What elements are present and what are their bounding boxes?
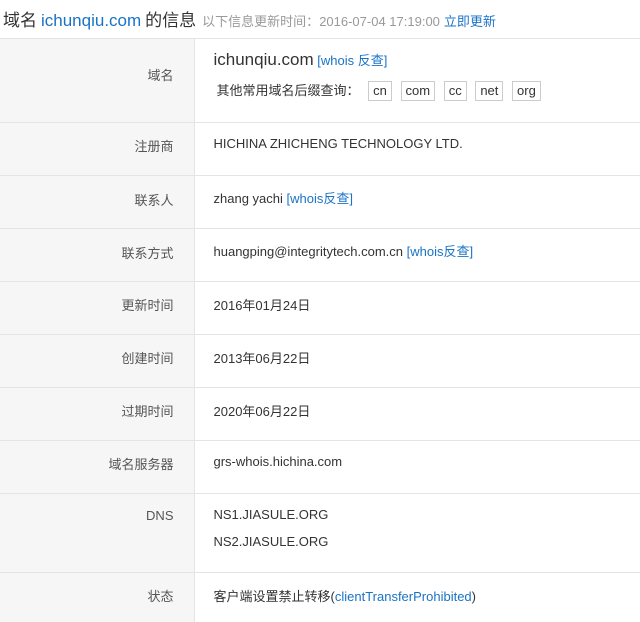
update-time: 2016-07-04 17:19:00 [319, 14, 440, 29]
contact-whois-link[interactable]: [whois反查] [287, 191, 353, 206]
label-updated: 更新时间 [0, 282, 194, 335]
whois-server-value: grs-whois.hichina.com [194, 441, 640, 494]
label-dns: DNS [0, 494, 194, 573]
label-expires: 过期时间 [0, 388, 194, 441]
contact-method-value: huangping@integritytech.com.cn [214, 244, 404, 259]
row-created: 创建时间 2013年06月22日 [0, 335, 640, 388]
row-domain: 域名 ichunqiu.com [whois 反查] 其他常用域名后缀查询： c… [0, 39, 640, 123]
row-whois-server: 域名服务器 grs-whois.hichina.com [0, 441, 640, 494]
status-value-end: ) [472, 589, 476, 604]
label-status: 状态 [0, 573, 194, 622]
status-value: 客户端设置禁止转移( [214, 589, 335, 604]
suffix-org[interactable]: org [512, 81, 541, 101]
header-domain[interactable]: ichunqiu.com [41, 11, 141, 31]
domain-whois-link[interactable]: [whois 反查] [317, 53, 387, 68]
update-label: 以下信息更新时间： [202, 11, 319, 30]
row-expires: 过期时间 2020年06月22日 [0, 388, 640, 441]
contact-method-whois-link[interactable]: [whois反查] [407, 244, 473, 259]
created-value: 2013年06月22日 [194, 335, 640, 388]
label-domain: 域名 [0, 39, 194, 123]
row-contact-method: 联系方式 huangping@integritytech.com.cn [who… [0, 229, 640, 282]
header-prefix: 域名 [3, 6, 37, 31]
row-updated: 更新时间 2016年01月24日 [0, 282, 640, 335]
label-created: 创建时间 [0, 335, 194, 388]
header-suffix: 的信息 [145, 6, 196, 31]
row-status: 状态 客户端设置禁止转移(clientTransferProhibited) [0, 573, 640, 622]
row-contact: 联系人 zhang yachi [whois反查] [0, 176, 640, 229]
domain-value: ichunqiu.com [214, 50, 314, 69]
dns-value-2: NS2.JIASULE.ORG [214, 534, 640, 549]
suffix-com[interactable]: com [401, 81, 436, 101]
registrar-value: HICHINA ZHICHENG TECHNOLOGY LTD. [194, 123, 640, 176]
label-registrar: 注册商 [0, 123, 194, 176]
label-contact-method: 联系方式 [0, 229, 194, 282]
suffix-label: 其他常用域名后缀查询： [217, 83, 360, 98]
label-contact: 联系人 [0, 176, 194, 229]
suffix-net[interactable]: net [475, 81, 503, 101]
page-header: 域名 ichunqiu.com 的信息 以下信息更新时间： 2016-07-04… [0, 0, 640, 38]
whois-table: 域名 ichunqiu.com [whois 反查] 其他常用域名后缀查询： c… [0, 38, 640, 622]
updated-value: 2016年01月24日 [194, 282, 640, 335]
suffix-cc[interactable]: cc [444, 81, 467, 101]
dns-value-1: NS1.JIASULE.ORG [214, 507, 640, 534]
contact-value: zhang yachi [214, 191, 283, 206]
status-link[interactable]: clientTransferProhibited [335, 589, 472, 604]
row-dns: DNS NS1.JIASULE.ORG NS2.JIASULE.ORG [0, 494, 640, 573]
suffix-cn[interactable]: cn [368, 81, 392, 101]
label-whois-server: 域名服务器 [0, 441, 194, 494]
row-registrar: 注册商 HICHINA ZHICHENG TECHNOLOGY LTD. [0, 123, 640, 176]
refresh-link[interactable]: 立即更新 [444, 11, 496, 30]
expires-value: 2020年06月22日 [194, 388, 640, 441]
